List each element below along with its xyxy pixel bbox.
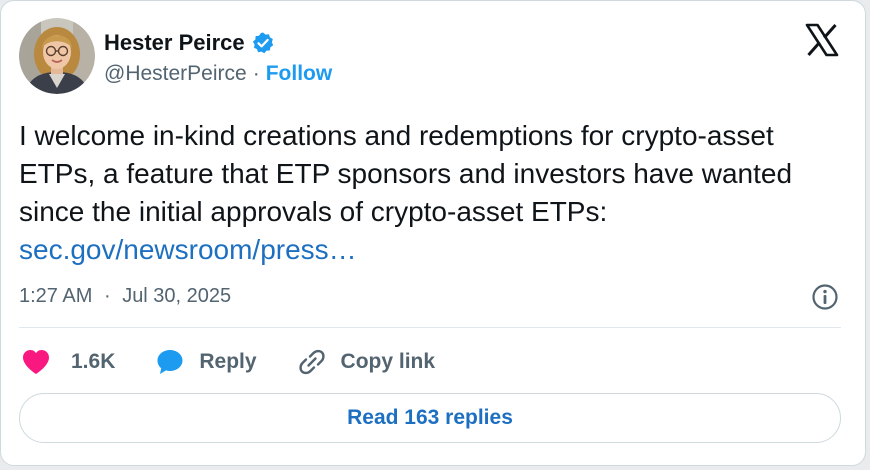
timestamp-separator: · — [103, 285, 111, 307]
follow-button[interactable]: Follow — [266, 62, 333, 86]
tweet-card: Hester Peirce @HesterPeirce · Follow I w… — [0, 0, 866, 466]
tweet-date: Jul 30, 2025 — [122, 285, 232, 307]
reply-button[interactable]: Reply — [155, 347, 257, 377]
action-bar: 1.6K Reply Copy link — [21, 343, 475, 381]
link-icon — [297, 347, 327, 377]
tweet-timestamp[interactable]: 1:27 AM · Jul 30, 2025 — [19, 285, 231, 308]
info-icon[interactable] — [811, 283, 839, 311]
verified-badge-icon — [251, 31, 275, 55]
divider — [19, 327, 841, 328]
read-replies-button[interactable]: Read 163 replies — [19, 393, 841, 443]
author-name[interactable]: Hester Peirce — [104, 30, 245, 56]
speech-bubble-icon — [155, 347, 185, 377]
x-logo-icon[interactable] — [805, 23, 839, 57]
like-button[interactable]: 1.6K — [21, 348, 115, 376]
copy-link-button[interactable]: Copy link — [297, 347, 436, 377]
heart-icon — [21, 348, 51, 376]
tweet-text: I welcome in-kind creations and redempti… — [19, 120, 793, 227]
avatar[interactable] — [19, 18, 95, 94]
tweet-link[interactable]: sec.gov/newsroom/press… — [19, 231, 849, 269]
avatar-image — [19, 18, 95, 94]
author-handle-row: @HesterPeirce · Follow — [104, 62, 332, 86]
handle-separator: · — [252, 62, 260, 85]
author-handle[interactable]: @HesterPeirce — [104, 62, 247, 86]
tweet-body: I welcome in-kind creations and redempti… — [19, 117, 849, 269]
author-name-row: Hester Peirce — [104, 28, 275, 58]
like-count: 1.6K — [71, 350, 116, 373]
tweet-time: 1:27 AM — [19, 285, 93, 307]
copy-link-label: Copy link — [340, 350, 436, 373]
reply-label: Reply — [199, 350, 257, 373]
